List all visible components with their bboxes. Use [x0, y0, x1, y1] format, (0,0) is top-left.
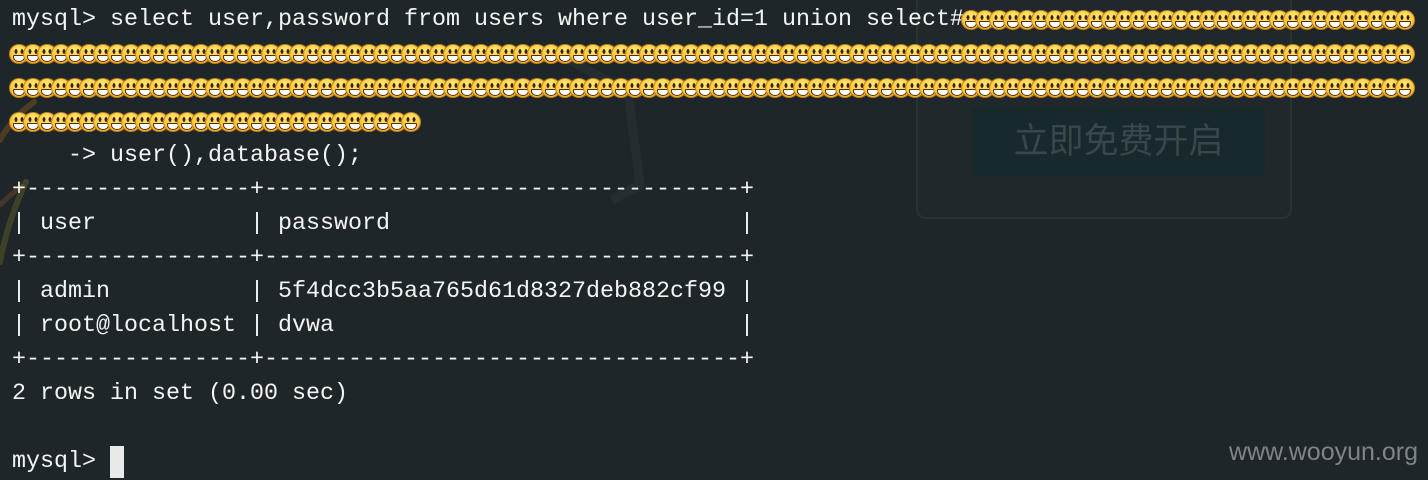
grinning-face-icon: [1395, 71, 1415, 105]
table-border: +----------------+----------------------…: [12, 245, 754, 271]
query-wrapped-line: [9, 105, 1412, 139]
result-table: +----------------+----------------------…: [12, 173, 1412, 377]
table-separator: |: [725, 211, 754, 237]
grinning-face-icon: [1394, 3, 1415, 37]
command-line: mysql> select user,password from users w…: [12, 3, 1415, 37]
command-input[interactable]: mysql>: [12, 445, 1412, 479]
result-status: 2 rows in set (0.00 sec): [12, 381, 348, 407]
table-cell: root@localhost: [40, 313, 236, 339]
continuation-text: user(),database();: [110, 143, 362, 169]
comment-emoji-run: [9, 41, 1415, 67]
column-header: user: [40, 211, 96, 237]
table-row: | root@localhost | dvwa |: [12, 309, 1412, 343]
table-header-row: | user | password |: [12, 207, 1412, 241]
query-text: select user,password from users where us…: [110, 7, 964, 33]
column-header: password: [278, 211, 390, 237]
prompt: mysql>: [12, 449, 96, 475]
cell-padding: [334, 313, 726, 339]
table-separator: |: [725, 279, 754, 305]
table-separator: |: [12, 211, 40, 237]
cell-padding: [110, 279, 236, 305]
comment-emoji-run: [960, 7, 1415, 33]
table-border: +----------------+----------------------…: [12, 347, 754, 373]
table-cell: 5f4dcc3b5aa765d61d8327deb882cf99: [278, 279, 726, 305]
terminal-output: mysql> select user,password from users w…: [9, 3, 1415, 479]
table-separator: |: [236, 313, 278, 339]
table-row: | admin | 5f4dcc3b5aa765d61d8327deb882cf…: [12, 275, 1412, 309]
table-separator: |: [725, 313, 754, 339]
grinning-face-icon: [1395, 37, 1415, 71]
comment-emoji-run: [9, 109, 421, 135]
table-border: +----------------+----------------------…: [12, 177, 754, 203]
continuation-line: -> user(),database();: [12, 139, 1412, 173]
query-block: mysql> select user,password from users w…: [9, 3, 1415, 173]
comment-emoji-run: [9, 75, 1415, 101]
table-separator: |: [236, 279, 278, 305]
query-wrapped-line: [9, 37, 1415, 71]
table-cell: dvwa: [278, 313, 334, 339]
continuation-indent: [12, 143, 68, 169]
continuation-prompt: ->: [68, 143, 96, 169]
cell-padding: [96, 211, 236, 237]
prompt: mysql>: [12, 7, 96, 33]
cell-padding: [390, 211, 726, 237]
grinning-face-icon: [401, 105, 421, 139]
table-separator: |: [236, 211, 278, 237]
table-separator: |: [12, 279, 40, 305]
cursor: [110, 446, 124, 478]
table-cell: admin: [40, 279, 110, 305]
query-wrapped-line: [9, 71, 1415, 105]
table-separator: |: [12, 313, 40, 339]
